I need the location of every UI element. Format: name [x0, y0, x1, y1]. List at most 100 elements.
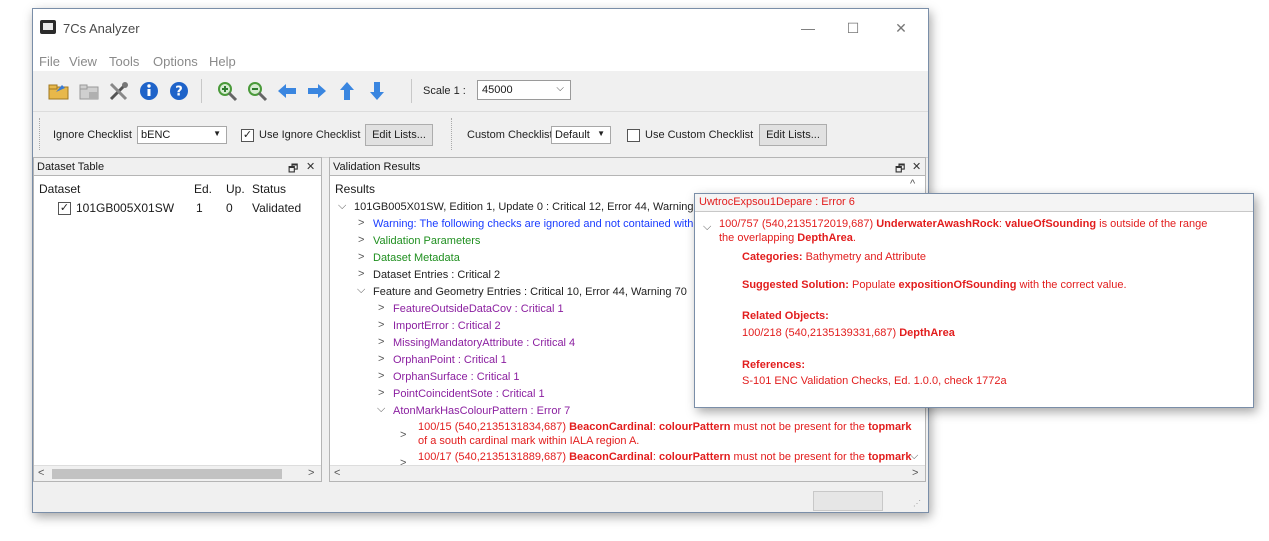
error-detail-popup: UwtrocExpsou1Depare : Error 6 ⌵ 100/757 …	[694, 193, 1254, 408]
use-ignore-checkbox[interactable]: ✓	[241, 129, 254, 142]
solution-suffix: with the correct value.	[1019, 279, 1127, 291]
close-button[interactable]: ✕	[891, 19, 911, 37]
menu-options[interactable]: Options	[153, 54, 198, 69]
column-header-dataset[interactable]: Dataset	[39, 182, 80, 196]
collapse-arrow-icon[interactable]: >	[358, 268, 364, 280]
check-node[interactable]: MissingMandatoryAttribute : Critical 4	[393, 337, 575, 349]
scroll-left-icon[interactable]: <	[38, 467, 44, 479]
check-node[interactable]: OrphanSurface : Critical 1	[393, 371, 520, 383]
scale-select[interactable]: 45000 ⌵	[477, 80, 571, 100]
collapse-arrow-icon[interactable]: >	[378, 387, 384, 399]
categories-value: Bathymetry and Attribute	[805, 251, 927, 263]
popup-item-line1: 100/757 (540,2135172019,687) UnderwaterA…	[719, 218, 1208, 230]
popup-related-label: Related Objects:	[742, 310, 829, 322]
collapse-arrow-icon[interactable]: >	[378, 336, 384, 348]
feature-geometry-node[interactable]: Feature and Geometry Entries : Critical …	[373, 286, 687, 298]
check-node[interactable]: FeatureOutsideDataCov : Critical 1	[393, 303, 564, 315]
arrow-right-icon[interactable]	[305, 79, 329, 103]
resize-grip-icon[interactable]: ⋰	[913, 499, 923, 509]
warning-node[interactable]: Warning: The following checks are ignore…	[373, 218, 702, 230]
dataset-table-header: Dataset Table 🗗 ✕	[34, 158, 321, 176]
collapse-arrow-icon[interactable]: >	[358, 234, 364, 246]
collapse-arrow-icon[interactable]: >	[378, 319, 384, 331]
float-icon[interactable]: 🗗	[288, 160, 298, 179]
main-toolbar: ? Scale 1 : 45000 ⌵	[33, 71, 928, 112]
horizontal-scrollbar[interactable]: < >	[34, 465, 321, 481]
references-label: References:	[742, 359, 805, 371]
collapse-arrow-icon[interactable]: >	[378, 302, 384, 314]
result-item[interactable]: 100/15 (540,2135131834,687) BeaconCardin…	[418, 421, 911, 433]
result-root[interactable]: 101GB005X01SW, Edition 1, Update 0 : Cri…	[354, 201, 709, 213]
expand-arrow-icon[interactable]: ⌵	[377, 403, 385, 416]
check-node-expanded[interactable]: AtonMarkHasColourPattern : Error 7	[393, 405, 570, 417]
collapse-arrow-icon[interactable]: >	[400, 429, 406, 441]
expand-arrow-icon[interactable]: ⌵	[703, 221, 711, 234]
edit-lists-button-2[interactable]: Edit Lists...	[759, 124, 827, 146]
float-icon[interactable]: 🗗	[895, 160, 905, 179]
horizontal-scrollbar[interactable]: < >	[330, 465, 925, 481]
minimize-button[interactable]: —	[798, 19, 818, 37]
edit-lists-button[interactable]: Edit Lists...	[365, 124, 433, 146]
toolbar-grip[interactable]	[451, 118, 455, 150]
menu-view[interactable]: View	[69, 54, 97, 69]
scroll-right-icon[interactable]: >	[912, 467, 918, 479]
status-bar: ⋰	[33, 487, 928, 512]
scroll-thumb[interactable]	[52, 469, 282, 479]
expand-arrow-icon[interactable]: ⌵	[338, 200, 346, 213]
zoom-in-icon[interactable]	[215, 79, 239, 103]
close-icon[interactable]: ✕	[306, 160, 315, 173]
popup-related-object[interactable]: 100/218 (540,2135139331,687) DepthArea	[742, 327, 955, 339]
arrow-down-icon[interactable]	[365, 79, 389, 103]
close-file-icon[interactable]	[77, 79, 101, 103]
scroll-left-icon[interactable]: <	[334, 467, 340, 479]
toolbar-grip[interactable]	[39, 118, 43, 150]
dataset-entries-node[interactable]: Dataset Entries : Critical 2	[373, 269, 500, 281]
validation-results-title: Validation Results	[333, 161, 421, 173]
collapse-arrow-icon[interactable]: >	[358, 217, 364, 229]
item-topmark: topmark	[868, 421, 912, 433]
check-node[interactable]: PointCoincidentSote : Critical 1	[393, 388, 545, 400]
validation-parameters-node[interactable]: Validation Parameters	[373, 235, 480, 247]
scroll-right-icon[interactable]: >	[308, 467, 314, 479]
help-icon[interactable]: ?	[167, 79, 191, 103]
item-text-line2: of a south cardinal mark within IALA reg…	[418, 435, 640, 447]
collapse-arrow-icon[interactable]: >	[358, 251, 364, 263]
popup-text1: is outside of the range	[1099, 218, 1208, 230]
expand-arrow-icon[interactable]: ⌵	[357, 284, 365, 297]
arrow-left-icon[interactable]	[275, 79, 299, 103]
column-header-up[interactable]: Up.	[226, 182, 245, 196]
close-icon[interactable]: ✕	[912, 160, 921, 173]
item-attribute: colourPattern	[658, 421, 731, 433]
menu-tools[interactable]: Tools	[109, 54, 139, 69]
check-node[interactable]: OrphanPoint : Critical 1	[393, 354, 507, 366]
zoom-out-icon[interactable]	[245, 79, 269, 103]
item-feature: BeaconCardinal	[569, 421, 653, 433]
ignore-checklist-select[interactable]: bENC ▼	[137, 126, 227, 144]
use-ignore-label: Use Ignore Checklist	[259, 129, 361, 141]
ignore-checklist-label: Ignore Checklist	[53, 129, 132, 141]
scroll-up-icon[interactable]: ^	[910, 178, 915, 190]
column-header-status[interactable]: Status	[252, 182, 286, 196]
popup-feature: UnderwaterAwashRock	[876, 218, 999, 230]
item-feature: BeaconCardinal	[569, 451, 653, 463]
result-item[interactable]: 100/17 (540,2135131889,687) BeaconCardin…	[418, 451, 911, 463]
maximize-button[interactable]: ☐	[843, 19, 863, 37]
collapse-arrow-icon[interactable]: >	[378, 370, 384, 382]
custom-checklist-value: Default	[555, 129, 590, 141]
dataset-metadata-node[interactable]: Dataset Metadata	[373, 252, 460, 264]
dataset-checkbox[interactable]: ✓	[58, 202, 71, 215]
use-custom-checkbox[interactable]	[627, 129, 640, 142]
collapse-arrow-icon[interactable]: >	[378, 353, 384, 365]
scroll-down-icon[interactable]: ⌵	[910, 450, 918, 463]
arrow-up-icon[interactable]	[335, 79, 359, 103]
menu-help[interactable]: Help	[209, 54, 236, 69]
open-folder-icon[interactable]	[47, 79, 71, 103]
tools-icon[interactable]	[107, 79, 131, 103]
title-bar[interactable]: 7Cs Analyzer — ☐ ✕	[33, 9, 928, 49]
menu-file[interactable]: File	[39, 54, 60, 69]
custom-checklist-select[interactable]: Default ▼	[551, 126, 611, 144]
info-icon[interactable]	[137, 79, 161, 103]
app-icon	[40, 20, 56, 34]
check-node[interactable]: ImportError : Critical 2	[393, 320, 501, 332]
column-header-ed[interactable]: Ed.	[194, 182, 212, 196]
